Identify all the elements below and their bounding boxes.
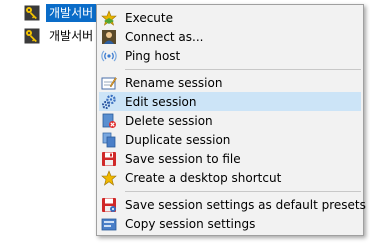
gears-icon (101, 94, 117, 110)
menu-item-label: Ping host (125, 48, 181, 63)
star-shortcut-icon (101, 169, 117, 186)
menu-item-ping-host[interactable]: Ping host (99, 46, 361, 65)
tree-item-label: 개발서버 (46, 4, 97, 22)
star-icon (101, 9, 117, 26)
menu-item-duplicate-session[interactable]: Duplicate session (99, 130, 361, 149)
menu-item-label: Edit session (125, 94, 197, 109)
copy-icon (101, 216, 117, 232)
menu-item-delete-session[interactable]: Delete session (99, 111, 361, 130)
menu-separator (125, 69, 361, 70)
duplicate-icon (101, 132, 117, 148)
signal-icon (101, 48, 117, 64)
menu-item-label: Create a desktop shortcut (125, 170, 282, 185)
tree-item-session-1[interactable]: 개발서버 (24, 3, 97, 23)
save-icon (101, 151, 117, 167)
menu-item-execute[interactable]: Execute (99, 8, 361, 27)
menu-item-create-desktop-shortcut[interactable]: Create a desktop shortcut (99, 168, 361, 187)
menu-item-label: Delete session (125, 113, 213, 128)
menu-item-save-session-to-file[interactable]: Save session to file (99, 149, 361, 168)
delete-icon (101, 113, 117, 129)
rename-icon (101, 75, 117, 91)
key-icon (24, 28, 40, 44)
menu-item-label: Connect as... (125, 29, 204, 44)
tree-item-session-2[interactable]: 개발서버 (24, 26, 96, 46)
key-icon (24, 5, 40, 21)
menu-item-label: Save session to file (125, 151, 241, 166)
menu-item-edit-session[interactable]: Edit session (99, 92, 361, 111)
tree-item-label: 개발서버 (49, 29, 94, 43)
session-context-menu: Execute Connect as... Ping host Rename s… (96, 4, 366, 236)
menu-item-label: Execute (125, 10, 173, 25)
menu-item-rename-session[interactable]: Rename session (99, 73, 361, 92)
menu-item-connect-as[interactable]: Connect as... (99, 27, 361, 46)
menu-item-label: Copy session settings (125, 216, 256, 231)
menu-item-copy-session-settings[interactable]: Copy session settings (99, 214, 361, 233)
user-icon (101, 29, 117, 45)
save-presets-icon (101, 197, 117, 213)
menu-separator (125, 191, 361, 192)
menu-item-save-default-presets[interactable]: Save session settings as default presets (99, 195, 366, 214)
menu-item-label: Duplicate session (125, 132, 231, 147)
menu-item-label: Save session settings as default presets (125, 197, 366, 212)
menu-item-label: Rename session (125, 75, 223, 90)
